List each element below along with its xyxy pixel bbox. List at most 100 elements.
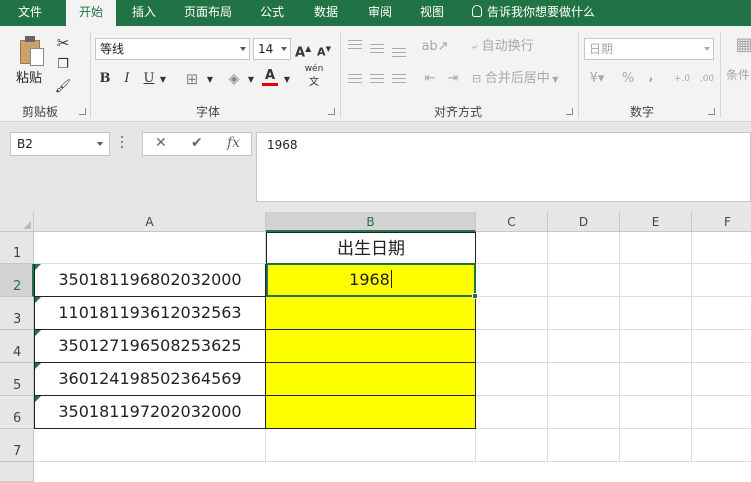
align-top-icon[interactable] [348,40,362,52]
chevron-down-icon[interactable]: ▼ [158,69,168,91]
conditional-format-icon[interactable]: ▦ [732,34,751,56]
formula-bar-grip-icon[interactable] [121,136,124,148]
insert-function-icon[interactable]: fx [227,135,240,151]
copy-icon[interactable]: ❐ [52,54,74,76]
tab-page-layout[interactable]: 页面布局 [176,0,240,26]
chevron-down-icon[interactable]: ▼ [282,69,292,91]
align-middle-icon[interactable] [370,44,384,56]
wrap-text-button[interactable]: ⤶ 自动换行 [472,36,552,58]
column-header-f[interactable]: F [692,212,751,232]
font-size-select[interactable]: 14 [253,38,291,60]
cell-e1[interactable] [620,232,692,264]
name-box[interactable]: B2 [10,132,110,156]
number-format-select[interactable]: 日期 [584,38,714,60]
cancel-icon[interactable]: ✕ [155,135,167,151]
align-right-icon[interactable] [392,74,406,86]
tab-insert[interactable]: 插入 [124,0,164,26]
formula-input[interactable]: 1968 [256,132,751,202]
decrease-decimal-button[interactable]: .00 [696,68,718,90]
tell-me-search[interactable]: 告诉我你想要做什么 [472,0,595,26]
cell-b1[interactable]: 出生日期 [266,232,476,264]
alignment-launcher-icon[interactable] [566,108,573,115]
fill-color-icon[interactable]: ◈ [224,68,244,90]
row-header-6[interactable]: 6 [0,396,34,429]
cell-c4[interactable] [476,330,548,363]
decrease-indent-icon[interactable]: ⇤ [420,68,440,90]
currency-icon[interactable]: ¥▾ [586,68,608,90]
cell-f4[interactable] [692,330,751,363]
align-bottom-icon[interactable] [392,48,406,60]
cell-c3[interactable] [476,297,548,330]
paste-icon[interactable] [16,34,44,66]
cell-a5[interactable]: 360124198502364569 [34,363,266,396]
cell-f2[interactable] [692,264,751,297]
row-header-2[interactable]: 2 [0,264,34,297]
tab-data[interactable]: 数据 [306,0,346,26]
cell-e5[interactable] [620,363,692,396]
increase-indent-icon[interactable]: ⇥ [443,68,463,90]
borders-icon[interactable]: ⊞ [182,68,202,90]
cell-d7[interactable] [548,429,620,462]
number-launcher-icon[interactable] [708,108,715,115]
font-color-button[interactable]: A [262,66,278,86]
conditional-format-button[interactable]: 条件 [726,66,750,83]
cell-c5[interactable] [476,363,548,396]
cell-d6[interactable] [548,396,620,429]
tab-home[interactable]: 开始 [66,0,116,26]
row-header-5[interactable]: 5 [0,363,34,396]
cell-f1[interactable] [692,232,751,264]
tab-formulas[interactable]: 公式 [252,0,292,26]
cell-e7[interactable] [620,429,692,462]
chevron-down-icon[interactable]: ▼ [205,69,215,91]
bold-button[interactable]: B [98,68,112,90]
cell-e3[interactable] [620,297,692,330]
italic-button[interactable]: I [120,68,134,90]
comma-style-button[interactable]: , [644,66,658,88]
column-header-c[interactable]: C [476,212,548,232]
cell-f5[interactable] [692,363,751,396]
cell-e6[interactable] [620,396,692,429]
cut-icon[interactable]: ✂ [52,32,74,54]
cell-d5[interactable] [548,363,620,396]
tab-file[interactable]: 文件 [10,0,50,26]
grow-font-button[interactable]: A▲ [295,38,311,60]
cell-a2[interactable]: 350181196802032000 [34,264,266,297]
enter-icon[interactable]: ✔ [191,135,203,151]
cell-f6[interactable] [692,396,751,429]
cell-a1[interactable] [34,232,266,264]
merge-center-button[interactable]: ⊟ 合并后居中 ▼ [472,68,572,90]
cell-b5[interactable] [266,363,476,396]
cell-f7[interactable] [692,429,751,462]
cell-d3[interactable] [548,297,620,330]
cell-a6[interactable]: 350181197202032000 [34,396,266,429]
orientation-icon[interactable]: ab↗ [420,36,450,58]
cell-c7[interactable] [476,429,548,462]
column-header-b[interactable]: B [266,212,476,232]
cell-b6[interactable] [266,396,476,429]
cell-b7[interactable] [266,429,476,462]
cell-b3[interactable] [266,297,476,330]
tab-review[interactable]: 审阅 [360,0,400,26]
align-center-icon[interactable] [370,74,384,86]
font-launcher-icon[interactable] [328,108,335,115]
cell-a4[interactable]: 350127196508253625 [34,330,266,363]
increase-decimal-button[interactable]: +.0 [672,68,692,90]
column-header-e[interactable]: E [620,212,692,232]
paste-button[interactable]: 粘贴 [16,67,42,86]
cell-f3[interactable] [692,297,751,330]
cell-d2[interactable] [548,264,620,297]
select-all-button[interactable] [0,212,34,232]
cell-e4[interactable] [620,330,692,363]
cell-e2[interactable] [620,264,692,297]
align-left-icon[interactable] [348,74,362,86]
clipboard-launcher-icon[interactable] [79,108,86,115]
cell-b4[interactable] [266,330,476,363]
chevron-down-icon[interactable]: ▼ [246,69,256,91]
cell-b2[interactable]: 1968 [266,264,476,297]
cell-a3[interactable]: 110181193612032563 [34,297,266,330]
cell-c6[interactable] [476,396,548,429]
row-header-4[interactable]: 4 [0,330,34,363]
shrink-font-button[interactable]: A▼ [316,38,332,60]
cell-a7[interactable] [34,429,266,462]
font-name-select[interactable]: 等线 [95,38,250,60]
